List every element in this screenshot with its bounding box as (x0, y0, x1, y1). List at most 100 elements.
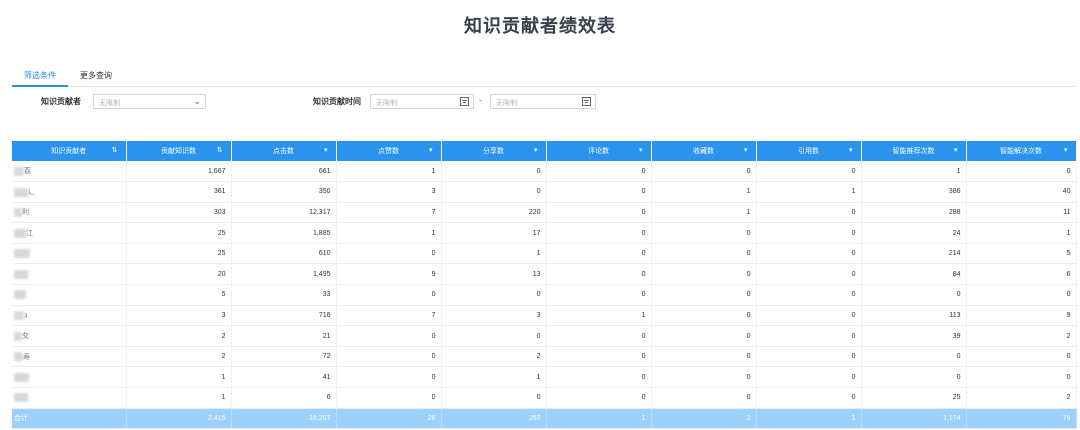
value-cell: 2 (441, 346, 547, 368)
value-cell: 0 (336, 243, 442, 265)
table-row[interactable]: 1 41 0 1 0 0 0 0 0 (12, 366, 1077, 389)
column-header[interactable]: 分享数 ▾ (441, 141, 547, 161)
contributor-name: 荔 (24, 168, 31, 176)
redacted-name-blur (14, 208, 22, 218)
value-cell: 0 (546, 181, 652, 203)
total-label: 合计 (12, 408, 127, 430)
redacted-name-blur (14, 187, 28, 197)
redacted-name-blur (14, 249, 30, 259)
table-row[interactable]: 江 25 1,885 1 17 0 0 0 24 1 (12, 222, 1077, 244)
value-cell: 0 (651, 243, 757, 265)
dropdown-icon[interactable]: ▾ (744, 147, 748, 155)
table-row[interactable]: 1 6 0 0 0 0 0 25 2 (12, 387, 1077, 409)
value-cell: 0 (546, 325, 652, 347)
value-cell: 2 (126, 346, 232, 368)
value-cell: 0 (966, 284, 1077, 306)
table-row[interactable]: 利 303 12,317 7 220 0 1 0 288 11 (12, 202, 1077, 224)
tab-filter-conditions[interactable]: 筛选条件 (12, 68, 68, 87)
column-header[interactable]: 智能推荐次数 ▾ (861, 141, 967, 161)
contributor-name-cell (12, 284, 127, 306)
value-cell: 3 (336, 181, 442, 203)
value-cell: 288 (861, 202, 967, 224)
contributor-select-value: 无限制 (99, 100, 120, 107)
value-cell: 2 (126, 325, 232, 347)
calendar-icon[interactable] (582, 97, 591, 106)
value-cell: 0 (966, 161, 1077, 183)
table-row[interactable]: 寿 2 72 0 2 0 0 0 0 0 (12, 346, 1077, 368)
column-header[interactable]: 点赞数 ▾ (336, 141, 442, 161)
value-cell: 6 (231, 387, 337, 409)
dropdown-icon[interactable]: ▾ (1064, 147, 1068, 155)
table-row[interactable]: з 3 716 7 3 1 0 0 113 9 (12, 305, 1077, 327)
value-cell: 0 (756, 346, 862, 368)
start-date-input[interactable]: 无限制 (370, 94, 474, 109)
dropdown-icon[interactable]: ▾ (324, 147, 328, 155)
dropdown-icon[interactable]: ▾ (534, 147, 538, 155)
value-cell: 33 (231, 284, 337, 306)
filter-bar: 知识贡献者 无限制 ⌄ 知识贡献时间 无限制 - 无限制 (0, 94, 1080, 110)
value-cell: 1 (861, 161, 967, 183)
contributor-name-cell: 荔 (12, 161, 127, 183)
column-header[interactable]: 引用数 ▾ (756, 141, 862, 161)
redacted-name-blur (14, 331, 22, 341)
value-cell: 0 (651, 366, 757, 389)
table-row[interactable]: 荔 1,667 661 1 0 0 0 0 1 0 (12, 161, 1077, 183)
contributor-name-cell: 辶 (12, 181, 127, 203)
value-cell: 11 (966, 202, 1077, 224)
table-row[interactable]: 20 1,495 9 13 0 0 0 84 6 (12, 263, 1077, 286)
redacted-name-blur (14, 310, 24, 320)
sort-icon[interactable]: ⇅ (217, 147, 223, 155)
table-row[interactable]: 攵 2 21 0 0 0 0 0 39 2 (12, 325, 1077, 347)
value-cell: 25 (861, 387, 967, 409)
value-cell: 0 (441, 325, 547, 347)
table-row[interactable]: 25 610 0 1 0 0 0 214 5 (12, 243, 1077, 265)
value-cell: 1 (441, 366, 547, 389)
dropdown-icon[interactable]: ▾ (429, 147, 433, 155)
contributor-name-cell (12, 366, 127, 389)
value-cell: 0 (546, 387, 652, 409)
dropdown-icon[interactable]: ▾ (639, 147, 643, 155)
redacted-name-blur (14, 228, 26, 238)
contributor-name: 攵 (22, 333, 29, 341)
value-cell: 0 (651, 263, 757, 286)
sort-icon[interactable]: ⇅ (112, 147, 118, 155)
value-cell: 72 (231, 346, 337, 368)
column-header[interactable]: 贡献知识数 ⇅ (126, 141, 232, 161)
value-cell: 361 (126, 181, 232, 203)
column-header[interactable]: 知识贡献者 ⇅ (12, 141, 127, 161)
calendar-icon[interactable] (460, 97, 469, 106)
value-cell: 0 (651, 161, 757, 183)
table-row[interactable]: 辶 361 350 3 0 0 1 1 386 40 (12, 181, 1077, 203)
end-date-input[interactable]: 无限制 (490, 94, 596, 109)
tab-more-query[interactable]: 更多查询 (68, 68, 124, 87)
total-value-cell: 28 (336, 408, 442, 430)
filter-tabs: 筛选条件 更多查询 (12, 68, 1076, 87)
contributor-name: 辶 (28, 188, 35, 196)
contributor-name: 寿 (23, 353, 30, 361)
value-cell: 9 (966, 305, 1077, 327)
value-cell: 0 (336, 346, 442, 368)
redacted-name-blur (14, 269, 28, 279)
dropdown-icon[interactable]: ▾ (954, 147, 958, 155)
value-cell: 1 (651, 181, 757, 203)
contributor-name: 江 (26, 230, 33, 238)
column-header[interactable]: 智能解决次数 ▾ (966, 141, 1077, 161)
column-header-label: 点赞数 (378, 148, 399, 155)
value-cell: 0 (546, 243, 652, 265)
value-cell: 661 (231, 161, 337, 183)
value-cell: 0 (756, 366, 862, 389)
value-cell: 0 (756, 161, 862, 183)
table-row[interactable]: 5 33 0 0 0 0 0 0 0 (12, 284, 1077, 306)
total-value-cell: 1 (756, 408, 862, 430)
column-header[interactable]: 点击数 ▾ (231, 141, 337, 161)
contributor-select[interactable]: 无限制 ⌄ (93, 94, 206, 109)
dropdown-icon[interactable]: ▾ (849, 147, 853, 155)
value-cell: 24 (861, 222, 967, 244)
column-header[interactable]: 评论数 ▾ (546, 141, 652, 161)
value-cell: 0 (756, 222, 862, 244)
column-header[interactable]: 收藏数 ▾ (651, 141, 757, 161)
performance-table: 知识贡献者 ⇅ 贡献知识数 ⇅ 点击数 ▾ 点赞数 ▾ 分享数 ▾ 评论数 ▾ 收藏数 ▾ 引用数 ▾ 智能推荐… (12, 141, 1077, 430)
value-cell: 0 (651, 387, 757, 409)
value-cell: 0 (651, 305, 757, 327)
column-header-label: 贡献知识数 (161, 148, 196, 155)
